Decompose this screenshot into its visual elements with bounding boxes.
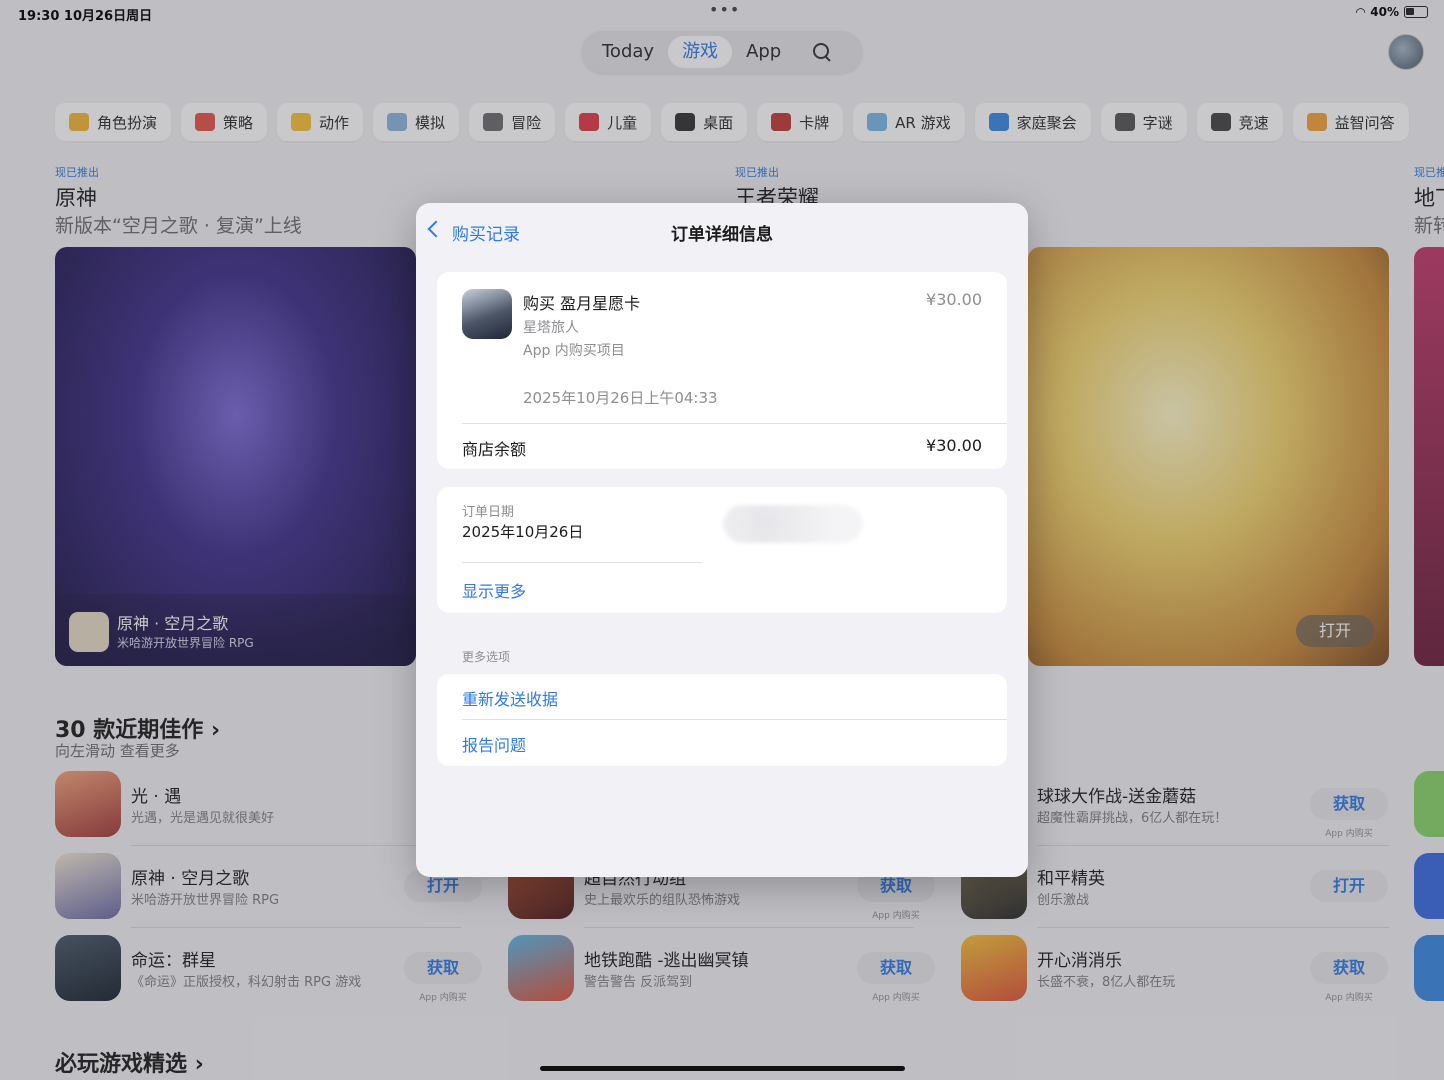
divider xyxy=(462,562,702,563)
balance-label: 商店余额 xyxy=(462,440,527,459)
app-icon xyxy=(462,289,512,339)
item-title: 购买 盈月星愿卡 xyxy=(523,294,641,313)
divider xyxy=(462,719,1007,720)
resend-receipt-link[interactable]: 重新发送收据 xyxy=(462,686,558,710)
order-info-card: 订单日期 2025年10月26日 显示更多 xyxy=(437,487,1007,613)
home-indicator[interactable] xyxy=(540,1066,905,1071)
item-price: ¥30.00 xyxy=(926,290,982,309)
item-datetime: 2025年10月26日上午04:33 xyxy=(523,389,718,407)
divider xyxy=(462,423,1007,424)
order-date-value: 2025年10月26日 xyxy=(462,523,584,541)
redacted-blur xyxy=(723,505,863,543)
order-details-sheet: 购买记录 订单详细信息 购买 盈月星愿卡 ¥30.00 星塔旅人 App 内购买… xyxy=(416,203,1028,877)
order-date-label: 订单日期 xyxy=(462,505,515,520)
purchase-card: 购买 盈月星愿卡 ¥30.00 星塔旅人 App 内购买项目 2025年10月2… xyxy=(437,272,1007,469)
report-problem-link[interactable]: 报告问题 xyxy=(462,732,526,756)
options-card: 重新发送收据 报告问题 xyxy=(437,674,1007,766)
balance-value: ¥30.00 xyxy=(926,436,982,455)
item-app-name: 星塔旅人 xyxy=(523,320,579,336)
more-options-header: 更多选项 xyxy=(462,650,511,664)
sheet-title: 订单详细信息 xyxy=(671,225,773,245)
show-more-link[interactable]: 显示更多 xyxy=(462,578,526,602)
item-type: App 内购买项目 xyxy=(523,343,625,359)
